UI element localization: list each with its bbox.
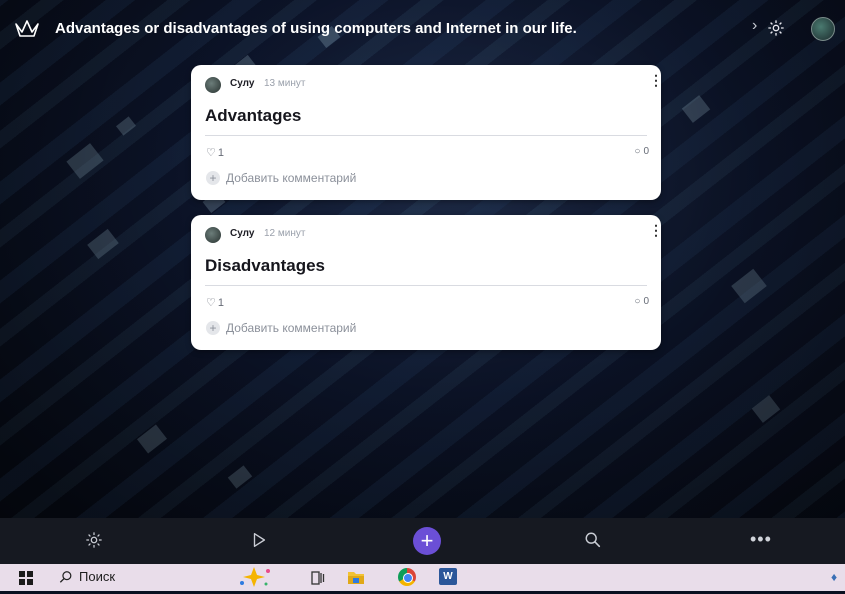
post-card[interactable]: Сулу 12 минут ⋮ Disadvantages ♡ 1 ○ 0 + … <box>191 215 663 350</box>
post-time: 13 минут <box>264 78 306 89</box>
search-label: Поиск <box>79 569 116 584</box>
comment-icon: ○ <box>634 296 641 307</box>
like-count: 1 <box>217 146 224 159</box>
play-icon[interactable] <box>250 531 270 551</box>
post-time: 12 минут <box>264 228 306 239</box>
file-explorer-icon[interactable] <box>347 569 365 585</box>
gear-icon[interactable] <box>767 19 785 37</box>
comment-count: 0 <box>643 146 649 157</box>
post-card[interactable]: Сулу 13 минут ⋮ Advantages ♡ 1 ○ 0 + Доб… <box>191 65 663 200</box>
author-avatar <box>205 77 221 93</box>
more-vertical-icon[interactable]: ⋮ <box>649 73 663 87</box>
sparkle-icon[interactable] <box>234 565 274 589</box>
comments-button[interactable]: ○ 0 <box>634 146 649 157</box>
task-view-icon[interactable] <box>310 570 326 586</box>
search-icon[interactable] <box>584 531 604 551</box>
pinned-app-icon[interactable]: ♦ <box>831 570 841 584</box>
post-author: Сулу <box>230 78 255 89</box>
page-title: Advantages or disadvantages of using com… <box>55 20 577 37</box>
post-title: Disadvantages <box>205 256 325 275</box>
divider <box>205 135 647 136</box>
plus-icon: + <box>206 171 220 185</box>
like-count: 1 <box>217 296 224 309</box>
add-comment-label: Добавить комментарий <box>226 171 357 185</box>
chevron-right-icon[interactable]: › <box>752 17 757 35</box>
plus-icon: + <box>206 321 220 335</box>
post-author: Сулу <box>230 228 255 239</box>
heart-icon: ♡ <box>206 147 216 159</box>
top-bar: Advantages or disadvantages of using com… <box>0 0 845 58</box>
windows-start-icon[interactable] <box>19 571 33 585</box>
heart-icon: ♡ <box>206 297 216 309</box>
more-horizontal-icon[interactable]: ••• <box>750 529 771 549</box>
add-comment-label: Добавить комментарий <box>226 321 357 335</box>
comment-count: 0 <box>643 296 649 307</box>
word-icon[interactable]: W <box>439 568 457 585</box>
padlet-logo-icon[interactable] <box>14 16 40 38</box>
comment-icon: ○ <box>634 146 641 157</box>
comments-button[interactable]: ○ 0 <box>634 296 649 307</box>
bottom-toolbar: + ••• <box>0 518 845 564</box>
user-avatar[interactable] <box>811 17 835 41</box>
author-avatar <box>205 227 221 243</box>
taskbar-search[interactable]: Поиск <box>59 569 115 584</box>
like-button[interactable]: ♡ 1 <box>206 146 224 160</box>
search-icon <box>59 570 72 583</box>
add-comment-button[interactable]: + Добавить комментарий <box>206 321 356 335</box>
add-post-button[interactable]: + <box>413 527 441 555</box>
post-title: Advantages <box>205 106 302 125</box>
like-button[interactable]: ♡ 1 <box>206 296 224 310</box>
windows-taskbar: Поиск W ♦ <box>0 564 845 591</box>
settings-gear-icon[interactable] <box>85 531 105 551</box>
chrome-icon[interactable] <box>398 568 416 586</box>
add-comment-button[interactable]: + Добавить комментарий <box>206 171 356 185</box>
divider <box>205 285 647 286</box>
more-vertical-icon[interactable]: ⋮ <box>649 223 663 237</box>
